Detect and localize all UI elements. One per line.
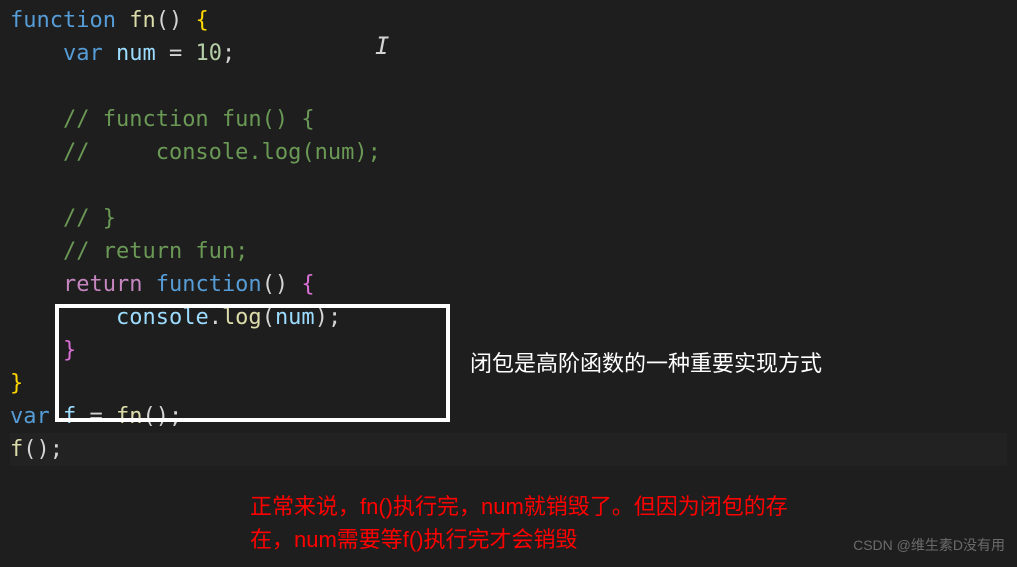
rparen: ) <box>315 305 328 330</box>
dot: . <box>209 305 222 330</box>
text-cursor-icon: I <box>375 32 389 60</box>
code-line-2[interactable]: var num = 10; <box>10 37 1007 70</box>
semicolon: ; <box>169 404 182 429</box>
code-line-1[interactable]: function fn() { <box>10 4 1007 37</box>
code-line-9[interactable]: return function() { <box>10 268 1007 301</box>
number-10: 10 <box>195 41 222 66</box>
log-method: log <box>222 305 262 330</box>
code-line-8[interactable]: // return fun; <box>10 235 1007 268</box>
semicolon: ; <box>50 437 63 462</box>
keyword-return: return <box>63 272 142 297</box>
parens: () <box>262 272 289 297</box>
function-call-f: f <box>10 437 23 462</box>
lparen: ( <box>262 305 275 330</box>
code-line-6[interactable] <box>10 169 1007 202</box>
indent <box>10 206 63 231</box>
code-line-14[interactable]: f(); <box>10 433 1007 466</box>
annotation-line-2: 在，num需要等f()执行完才会销毁 <box>250 523 788 556</box>
indent <box>10 107 63 132</box>
parens: () <box>143 404 170 429</box>
annotation-closure-explanation: 闭包是高阶函数的一种重要实现方式 <box>470 346 822 378</box>
variable-f: f <box>50 404 77 429</box>
indent <box>10 41 63 66</box>
indent <box>10 305 116 330</box>
console-object: console <box>116 305 209 330</box>
comment: // } <box>63 206 116 231</box>
code-line-10[interactable]: console.log(num); <box>10 301 1007 334</box>
semicolon: ; <box>328 305 341 330</box>
close-brace: } <box>63 338 76 363</box>
comment: // console.log(num); <box>63 140 381 165</box>
annotation-line-1: 正常来说，fn()执行完，num就销毁了。但因为闭包的存 <box>250 490 788 523</box>
code-line-3[interactable] <box>10 70 1007 103</box>
keyword-function: function <box>142 272 261 297</box>
comment: // return fun; <box>63 239 248 264</box>
code-line-4[interactable]: // function fun() { <box>10 103 1007 136</box>
function-name: fn <box>129 8 156 33</box>
indent <box>10 140 63 165</box>
function-call-fn: fn <box>116 404 143 429</box>
indent <box>10 272 63 297</box>
parens: () <box>156 8 183 33</box>
keyword-var: var <box>10 404 50 429</box>
open-brace: { <box>288 272 315 297</box>
code-line-13[interactable]: var f = fn(); <box>10 400 1007 433</box>
variable-num: num <box>103 41 156 66</box>
semicolon: ; <box>222 41 235 66</box>
parens: () <box>23 437 50 462</box>
close-brace: } <box>10 371 23 396</box>
code-line-7[interactable]: // } <box>10 202 1007 235</box>
indent <box>10 338 63 363</box>
arg-num: num <box>275 305 315 330</box>
equals: = <box>76 404 116 429</box>
comment: // function fun() { <box>63 107 315 132</box>
keyword-function: function <box>10 8 116 33</box>
open-brace: { <box>182 8 209 33</box>
code-line-5[interactable]: // console.log(num); <box>10 136 1007 169</box>
keyword-var: var <box>63 41 103 66</box>
annotation-lifecycle-explanation: 正常来说，fn()执行完，num就销毁了。但因为闭包的存 在，num需要等f()… <box>250 490 788 556</box>
code-editor[interactable]: function fn() { var num = 10; // functio… <box>0 0 1017 470</box>
indent <box>10 239 63 264</box>
watermark-text: CSDN @维生素D没有用 <box>853 535 1005 555</box>
equals: = <box>156 41 196 66</box>
